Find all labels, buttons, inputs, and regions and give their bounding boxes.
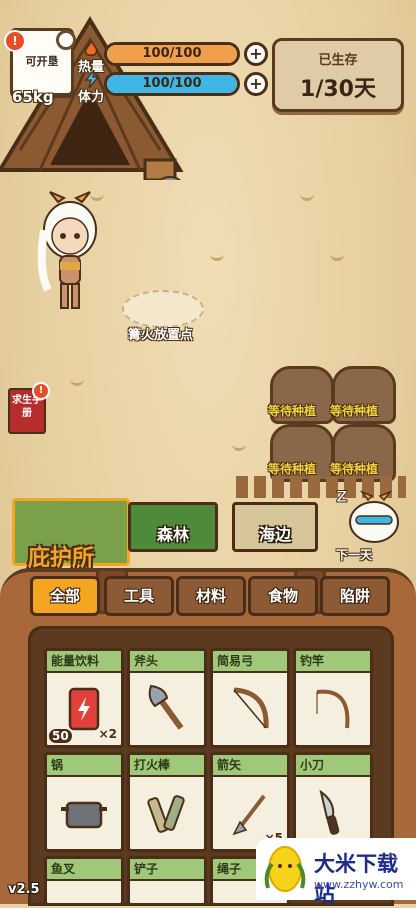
item-card-shovel[interactable]: 铲子 <box>127 856 207 906</box>
stamina-plus-button[interactable]: + <box>244 72 268 96</box>
watermark-url: www.zzhyw.com <box>314 878 404 891</box>
survived-title: 已生存 <box>318 53 358 68</box>
next-day-button[interactable]: 下一天 <box>336 546 372 563</box>
fishing-rod-icon <box>316 689 350 729</box>
item-durability-badge: 50 <box>49 729 72 743</box>
item-card-harpoon[interactable]: 鱼叉 <box>44 856 124 906</box>
plot-label: 等待种植 <box>268 404 317 418</box>
tab-food[interactable]: 食物 <box>248 576 318 616</box>
plot-label: 等待种植 <box>268 462 317 476</box>
knife-icon <box>319 789 340 835</box>
heat-value: 100/100 <box>142 46 202 61</box>
location-forest-label: 森林 <box>156 525 189 544</box>
item-card-pot[interactable]: 锅 <box>44 752 124 852</box>
item-name: 箭矢 <box>213 755 287 777</box>
item-name: 铲子 <box>130 859 204 881</box>
version-label: v2.5 <box>8 882 40 897</box>
location-forest[interactable]: 森林 <box>128 502 218 552</box>
item-card-energy-drink[interactable]: 能量饮料 50 ×2 <box>44 648 124 748</box>
tab-traps[interactable]: 陷阱 <box>320 576 390 616</box>
energy-drink-icon <box>68 687 100 731</box>
campfire-label: 篝火放置点 <box>128 328 194 343</box>
item-name: 钓竿 <box>296 651 370 673</box>
item-card-arrows[interactable]: 箭矢 ×5 <box>210 752 290 852</box>
campfire-spot[interactable] <box>122 290 204 328</box>
stamina-label: 体力 <box>78 90 105 105</box>
item-name: 鱼叉 <box>47 859 121 881</box>
weight-readout: 65kg <box>12 88 54 106</box>
stamina-bar: 100/100 <box>104 72 240 96</box>
corn-logo-icon <box>264 846 306 892</box>
tab-materials[interactable]: 材料 <box>176 576 246 616</box>
item-qty: ×2 <box>98 727 117 741</box>
heat-bar: 100/100 <box>104 42 240 66</box>
manual-alert-icon: ! <box>32 382 50 400</box>
plot-label: 等待种植 <box>330 462 379 476</box>
item-name: 简易弓 <box>213 651 287 673</box>
axe-icon <box>148 684 184 730</box>
fire-starter-icon <box>147 795 185 833</box>
map-card-label: 可开垦 <box>25 55 59 68</box>
item-card-fire-starter[interactable]: 打火棒 <box>127 752 207 852</box>
alert-icon: ! <box>4 30 26 52</box>
survived-days: 1/30天 <box>300 77 376 102</box>
item-name: 斧头 <box>130 651 204 673</box>
item-card-fishing-rod[interactable]: 钓竿 <box>293 648 373 748</box>
item-name: 打火棒 <box>130 755 204 777</box>
location-beach[interactable]: 海边 <box>232 502 318 552</box>
svg-text:Z: Z <box>336 487 348 506</box>
pot-icon <box>61 801 107 829</box>
plot-label: 等待种植 <box>330 404 379 418</box>
item-name: 锅 <box>47 755 121 777</box>
stamina-value: 100/100 <box>142 76 202 91</box>
item-name: 小刀 <box>296 755 370 777</box>
character-avatar[interactable] <box>30 190 110 320</box>
tab-all[interactable]: 全部 <box>30 576 100 616</box>
item-card-simple-bow[interactable]: 简易弓 <box>210 648 290 748</box>
item-name: 能量饮料 <box>47 651 121 673</box>
survived-days-panel: 已生存 1/30天 <box>272 38 404 112</box>
tab-tools[interactable]: 工具 <box>104 576 174 616</box>
next-day-character-icon[interactable]: Z <box>334 482 404 546</box>
gear-icon[interactable] <box>56 30 76 50</box>
location-beach-label: 海边 <box>258 525 291 544</box>
item-card-knife[interactable]: 小刀 <box>293 752 373 852</box>
watermark: 大米下载站 www.zzhyw.com <box>256 838 416 906</box>
item-card-axe[interactable]: 斧头 <box>127 648 207 748</box>
heat-plus-button[interactable]: + <box>244 42 268 66</box>
bow-icon <box>233 687 269 729</box>
